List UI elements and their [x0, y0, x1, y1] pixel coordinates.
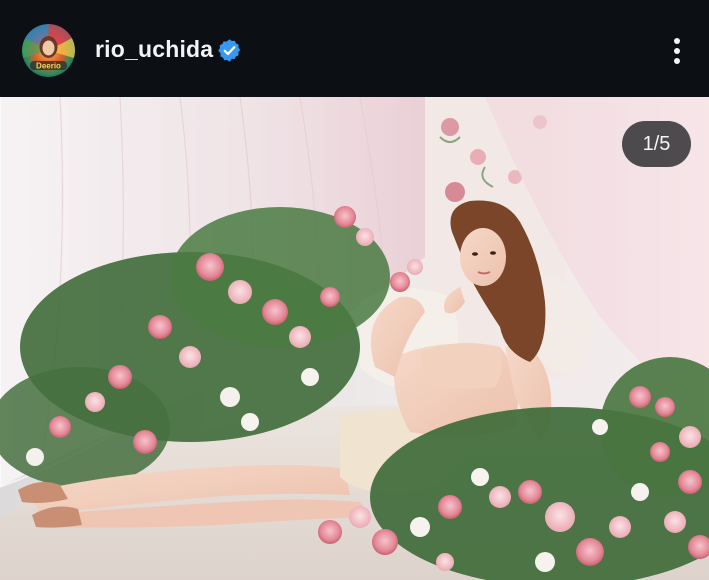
avatar-caption: Deerio	[36, 62, 61, 71]
verified-badge-icon	[218, 39, 241, 62]
post-image[interactable]: 1/5	[0, 97, 709, 580]
avatar-image: Deerio	[22, 24, 75, 77]
more-vertical-icon[interactable]	[664, 35, 690, 67]
avatar[interactable]: Deerio	[22, 24, 75, 77]
post-photo	[0, 97, 709, 580]
post-header: Deerio rio_uchida	[0, 0, 709, 97]
username[interactable]: rio_uchida	[95, 36, 213, 63]
instagram-post: Deerio rio_uchida 1/5	[0, 0, 709, 580]
carousel-counter: 1/5	[622, 121, 691, 167]
